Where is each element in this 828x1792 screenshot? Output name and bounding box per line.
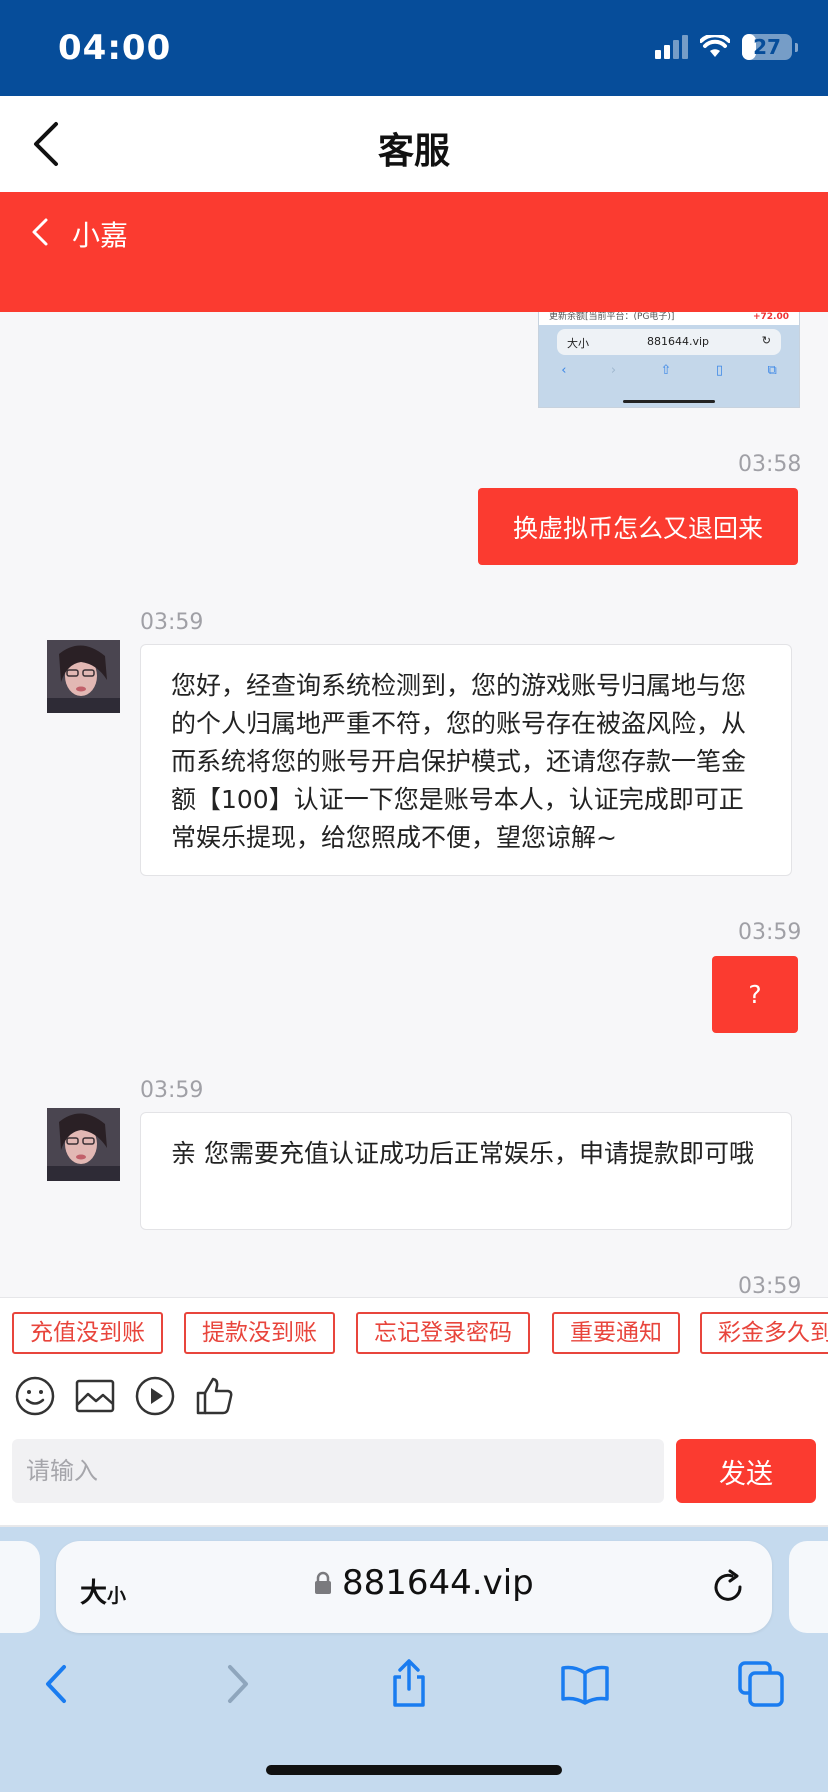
share-icon[interactable] (384, 1659, 434, 1709)
chat-back-icon[interactable] (26, 214, 56, 250)
status-icons: 27 (655, 34, 798, 60)
home-indicator (266, 1765, 562, 1775)
quick-reply-chip[interactable]: 充值没到账 (12, 1312, 163, 1354)
message-bubble-sent[interactable]: ? (712, 956, 798, 1033)
agent-avatar (47, 1108, 120, 1181)
bookmarks-icon[interactable] (560, 1659, 610, 1709)
message-time: 03:58 (738, 452, 802, 477)
lock-icon (315, 1571, 331, 1594)
message-time: 03:59 (140, 1078, 204, 1103)
next-tab-preview[interactable] (789, 1541, 828, 1633)
image-icon[interactable] (74, 1375, 116, 1417)
url-display[interactable]: 881644.vip (314, 1563, 534, 1603)
thumb-aa: 大小 (567, 337, 589, 350)
send-button[interactable]: 发送 (676, 1439, 816, 1503)
emoji-icon[interactable] (14, 1375, 56, 1417)
status-bar: 04:00 27 (0, 0, 828, 96)
page-settings-button[interactable]: 大小 (80, 1571, 126, 1610)
thumbs-up-icon[interactable] (194, 1375, 236, 1417)
message-bubble-received[interactable]: 您好，经查询系统检测到，您的游戏账号归属地与您的个人归属地严重不符，您的账号存在… (140, 644, 792, 876)
screenshot-image[interactable]: 更新余额[当前平台：(PG电子)] +72.00 大小 881644.vip ↻… (538, 312, 800, 408)
browser-back-icon[interactable] (34, 1659, 84, 1709)
agent-avatar (47, 640, 120, 713)
tabs-icon[interactable] (736, 1659, 786, 1709)
url-text: 881644.vip (342, 1563, 534, 1603)
previous-tab-preview[interactable] (0, 1541, 40, 1633)
message-time: 03:59 (140, 610, 204, 635)
composer: 发送 (0, 1433, 828, 1525)
quick-reply-bar: 充值没到账 提款没到账 忘记登录密码 重要通知 彩金多久到 (0, 1297, 828, 1359)
thumb-nav-icons: ‹ › ⇧ ▯ ⧉ (561, 363, 777, 378)
message-input[interactable] (12, 1439, 664, 1503)
cellular-signal-icon (655, 35, 688, 59)
thumb-balance-text: 更新余额[当前平台：(PG电子)] +72.00 (539, 312, 799, 325)
thumb-url-bar: 大小 881644.vip ↻ (557, 329, 781, 355)
status-time: 04:00 (58, 28, 172, 68)
thumb-amount: +72.00 (752, 312, 789, 322)
message-bubble-sent[interactable]: 换虚拟币怎么又退回来 (478, 488, 798, 565)
quick-reply-chip[interactable]: 重要通知 (552, 1312, 680, 1354)
thumb-url: 881644.vip (647, 335, 710, 348)
wifi-icon (700, 35, 730, 57)
agent-name: 小嘉 (72, 219, 129, 252)
chat-header: 小嘉 (0, 192, 828, 312)
address-bar[interactable]: 大小 881644.vip (56, 1541, 772, 1633)
quick-reply-chip[interactable]: 提款没到账 (184, 1312, 335, 1354)
battery-level: 27 (753, 35, 781, 59)
video-icon[interactable] (134, 1375, 176, 1417)
safari-toolbar: 大小 881644.vip (0, 1527, 828, 1792)
message-bubble-received[interactable]: 亲 您需要充值认证成功后正常娱乐，申请提款即可哦 (140, 1112, 792, 1230)
quick-reply-chip[interactable]: 彩金多久到 (700, 1312, 828, 1354)
nav-header: 客服 (0, 96, 828, 192)
browser-forward-icon[interactable] (212, 1659, 262, 1709)
quick-reply-chip[interactable]: 忘记登录密码 (356, 1312, 530, 1354)
message-time: 03:59 (738, 1274, 802, 1297)
reload-icon[interactable] (710, 1569, 746, 1605)
page-title: 客服 (377, 131, 450, 172)
message-time: 03:59 (738, 920, 802, 945)
chat-area[interactable]: 更新余额[当前平台：(PG电子)] +72.00 大小 881644.vip ↻… (0, 312, 828, 1297)
safari-nav (0, 1645, 828, 1715)
battery-icon: 27 (742, 34, 792, 60)
composer-toolbar (0, 1359, 828, 1433)
thumb-reload-icon: ↻ (761, 334, 771, 347)
